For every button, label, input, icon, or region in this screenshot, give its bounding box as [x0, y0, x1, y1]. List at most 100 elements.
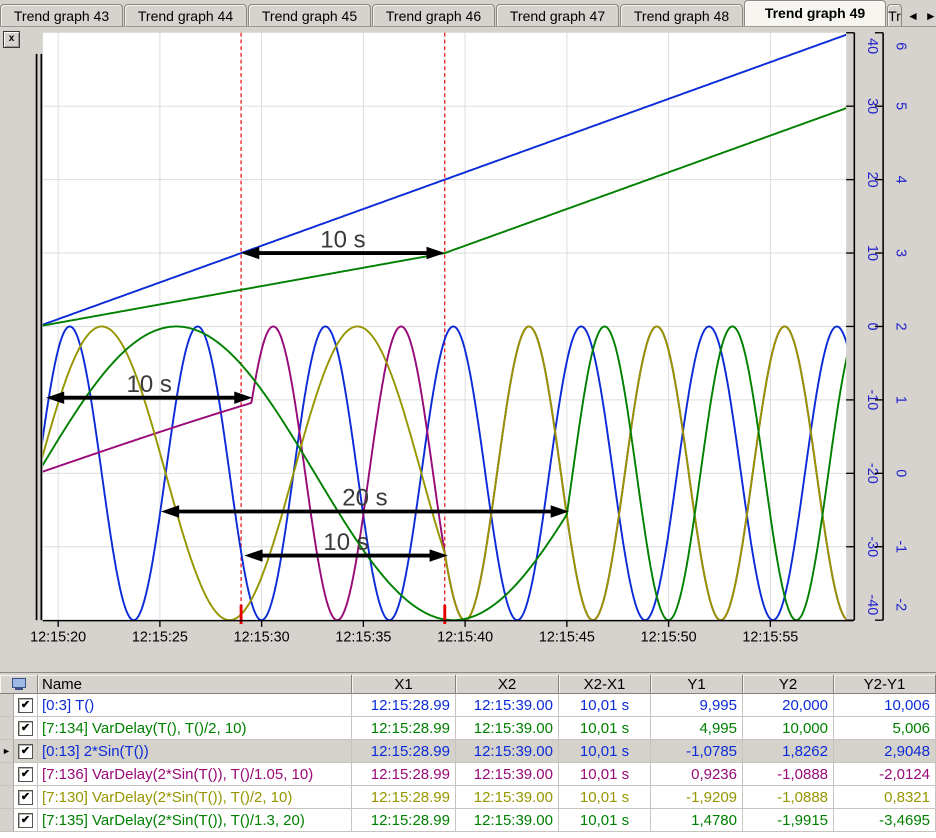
- series-visible-checkbox[interactable]: ✔: [18, 790, 33, 805]
- time-axis-label: 12:15:55: [742, 629, 798, 645]
- series-name[interactable]: [0:3] T(): [38, 694, 352, 717]
- value-y2[interactable]: 1,8262: [743, 740, 834, 763]
- tab-trend-graph-46[interactable]: Trend graph 46: [372, 4, 495, 26]
- time-axis-label: 12:15:40: [437, 629, 493, 645]
- value-y1[interactable]: 9,995: [651, 694, 743, 717]
- series-visible-checkbox[interactable]: ✔: [18, 698, 33, 713]
- value-y2-y1[interactable]: 0,8321: [834, 786, 936, 809]
- time-axis-label: 12:15:50: [641, 629, 697, 645]
- value-y2[interactable]: -1,0888: [743, 763, 834, 786]
- value-x2-x1[interactable]: 10,01 s: [559, 809, 651, 832]
- selected-row-marker[interactable]: ►: [0, 740, 14, 763]
- checkbox-cell[interactable]: ✔: [14, 694, 38, 717]
- outer-y-axis-label: -1: [893, 540, 909, 553]
- value-x2[interactable]: 12:15:39.00: [456, 694, 559, 717]
- outer-y-axis-label: 0: [893, 469, 909, 477]
- chart-close-button[interactable]: x: [3, 31, 20, 48]
- series-name[interactable]: [7:135] VarDelay(2*Sin(T()), T()/1.3, 20…: [38, 809, 352, 832]
- value-x1[interactable]: 12:15:28.99: [352, 763, 456, 786]
- trend-viewer-window: Trend graph 43Trend graph 44Trend graph …: [0, 0, 936, 838]
- row-marker-cell[interactable]: [0, 694, 14, 717]
- value-x2[interactable]: 12:15:39.00: [456, 717, 559, 740]
- value-x2-x1[interactable]: 10,01 s: [559, 740, 651, 763]
- value-x2-x1[interactable]: 10,01 s: [559, 694, 651, 717]
- checkbox-cell[interactable]: ✔: [14, 809, 38, 832]
- value-x2[interactable]: 12:15:39.00: [456, 786, 559, 809]
- value-y2-y1[interactable]: -3,4695: [834, 809, 936, 832]
- time-axis-label: 12:15:25: [132, 629, 188, 645]
- value-x2-x1[interactable]: 10,01 s: [559, 763, 651, 786]
- time-axis-label: 12:15:20: [30, 629, 86, 645]
- value-x2-x1[interactable]: 10,01 s: [559, 717, 651, 740]
- row-marker-cell[interactable]: [0, 809, 14, 832]
- tab-trend-graph-45[interactable]: Trend graph 45: [248, 4, 371, 26]
- series-visible-checkbox[interactable]: ✔: [18, 721, 33, 736]
- row-marker-cell[interactable]: [0, 717, 14, 740]
- outer-y-axis-label: 5: [893, 102, 909, 110]
- column-header-y2: Y2: [743, 675, 834, 694]
- value-x2[interactable]: 12:15:39.00: [456, 809, 559, 832]
- tab-scroll-left-icon[interactable]: ◄: [907, 10, 919, 22]
- value-y2[interactable]: -1,0888: [743, 786, 834, 809]
- outer-y-axis-label: -2: [893, 598, 909, 611]
- checkbox-cell[interactable]: ✔: [14, 717, 38, 740]
- series-name[interactable]: [7:130] VarDelay(2*Sin(T()), T()/2, 10): [38, 786, 352, 809]
- tab-trend-graph-44[interactable]: Trend graph 44: [124, 4, 247, 26]
- value-y1[interactable]: 4,995: [651, 717, 743, 740]
- value-x1[interactable]: 12:15:28.99: [352, 809, 456, 832]
- checkbox-cell[interactable]: ✔: [14, 740, 38, 763]
- value-y1[interactable]: 0,9236: [651, 763, 743, 786]
- row-marker-cell[interactable]: [0, 763, 14, 786]
- row-marker-cell[interactable]: [0, 786, 14, 809]
- tab-bar: Trend graph 43Trend graph 44Trend graph …: [0, 0, 936, 27]
- outer-y-axis-label: 3: [893, 249, 909, 257]
- value-y2-y1[interactable]: -2,0124: [834, 763, 936, 786]
- time-axis-label: 12:15:30: [234, 629, 290, 645]
- tab-trend-graph-49[interactable]: Trend graph 49: [744, 0, 886, 26]
- tab-scroll-right-icon[interactable]: ►: [925, 10, 936, 22]
- column-header-x2-x1: X2-X1: [559, 675, 651, 694]
- svg-text:10 s: 10 s: [127, 371, 172, 398]
- column-header-y2-y1: Y2-Y1: [834, 675, 936, 694]
- svg-text:20 s: 20 s: [342, 485, 387, 512]
- svg-text:10 s: 10 s: [320, 226, 365, 253]
- value-y2[interactable]: 20,000: [743, 694, 834, 717]
- series-name[interactable]: [7:134] VarDelay(T(), T()/2, 10): [38, 717, 352, 740]
- outer-y-axis-label: 1: [893, 396, 909, 404]
- tab-overflow[interactable]: Tr: [887, 4, 902, 26]
- series-visible-checkbox[interactable]: ✔: [18, 744, 33, 759]
- checkbox-cell[interactable]: ✔: [14, 786, 38, 809]
- inner-y-axis-label: 40: [864, 38, 880, 54]
- value-y1[interactable]: 1,4780: [651, 809, 743, 832]
- value-x2[interactable]: 12:15:39.00: [456, 763, 559, 786]
- series-visible-checkbox[interactable]: ✔: [18, 813, 33, 828]
- series-name[interactable]: [0:13] 2*Sin(T()): [38, 740, 352, 763]
- series-visible-checkbox[interactable]: ✔: [18, 767, 33, 782]
- value-y2[interactable]: 10,000: [743, 717, 834, 740]
- value-x2[interactable]: 12:15:39.00: [456, 740, 559, 763]
- outer-y-axis-label: 6: [893, 42, 909, 50]
- tab-trend-graph-47[interactable]: Trend graph 47: [496, 4, 619, 26]
- value-y2-y1[interactable]: 10,006: [834, 694, 936, 717]
- column-header-y1: Y1: [651, 675, 743, 694]
- value-y1[interactable]: -1,9209: [651, 786, 743, 809]
- column-header-x2: X2: [456, 675, 559, 694]
- value-x2-x1[interactable]: 10,01 s: [559, 786, 651, 809]
- trend-chart-canvas[interactable]: 10 s10 s20 s10 s12:15:2012:15:2512:15:30…: [0, 27, 936, 672]
- checkbox-cell[interactable]: ✔: [14, 763, 38, 786]
- tab-scroll-controls: ◄►✕: [907, 10, 936, 22]
- tab-trend-graph-48[interactable]: Trend graph 48: [620, 4, 743, 26]
- value-x1[interactable]: 12:15:28.99: [352, 740, 456, 763]
- value-y2-y1[interactable]: 5,006: [834, 717, 936, 740]
- time-axis-label: 12:15:45: [539, 629, 595, 645]
- value-x1[interactable]: 12:15:28.99: [352, 694, 456, 717]
- column-header-name: Name: [38, 675, 352, 694]
- series-name[interactable]: [7:136] VarDelay(2*Sin(T()), T()/1.05, 1…: [38, 763, 352, 786]
- outer-y-axis-label: 2: [893, 322, 909, 330]
- tab-trend-graph-43[interactable]: Trend graph 43: [0, 4, 123, 26]
- value-x1[interactable]: 12:15:28.99: [352, 717, 456, 740]
- value-y2[interactable]: -1,9915: [743, 809, 834, 832]
- value-y2-y1[interactable]: 2,9048: [834, 740, 936, 763]
- value-y1[interactable]: -1,0785: [651, 740, 743, 763]
- value-x1[interactable]: 12:15:28.99: [352, 786, 456, 809]
